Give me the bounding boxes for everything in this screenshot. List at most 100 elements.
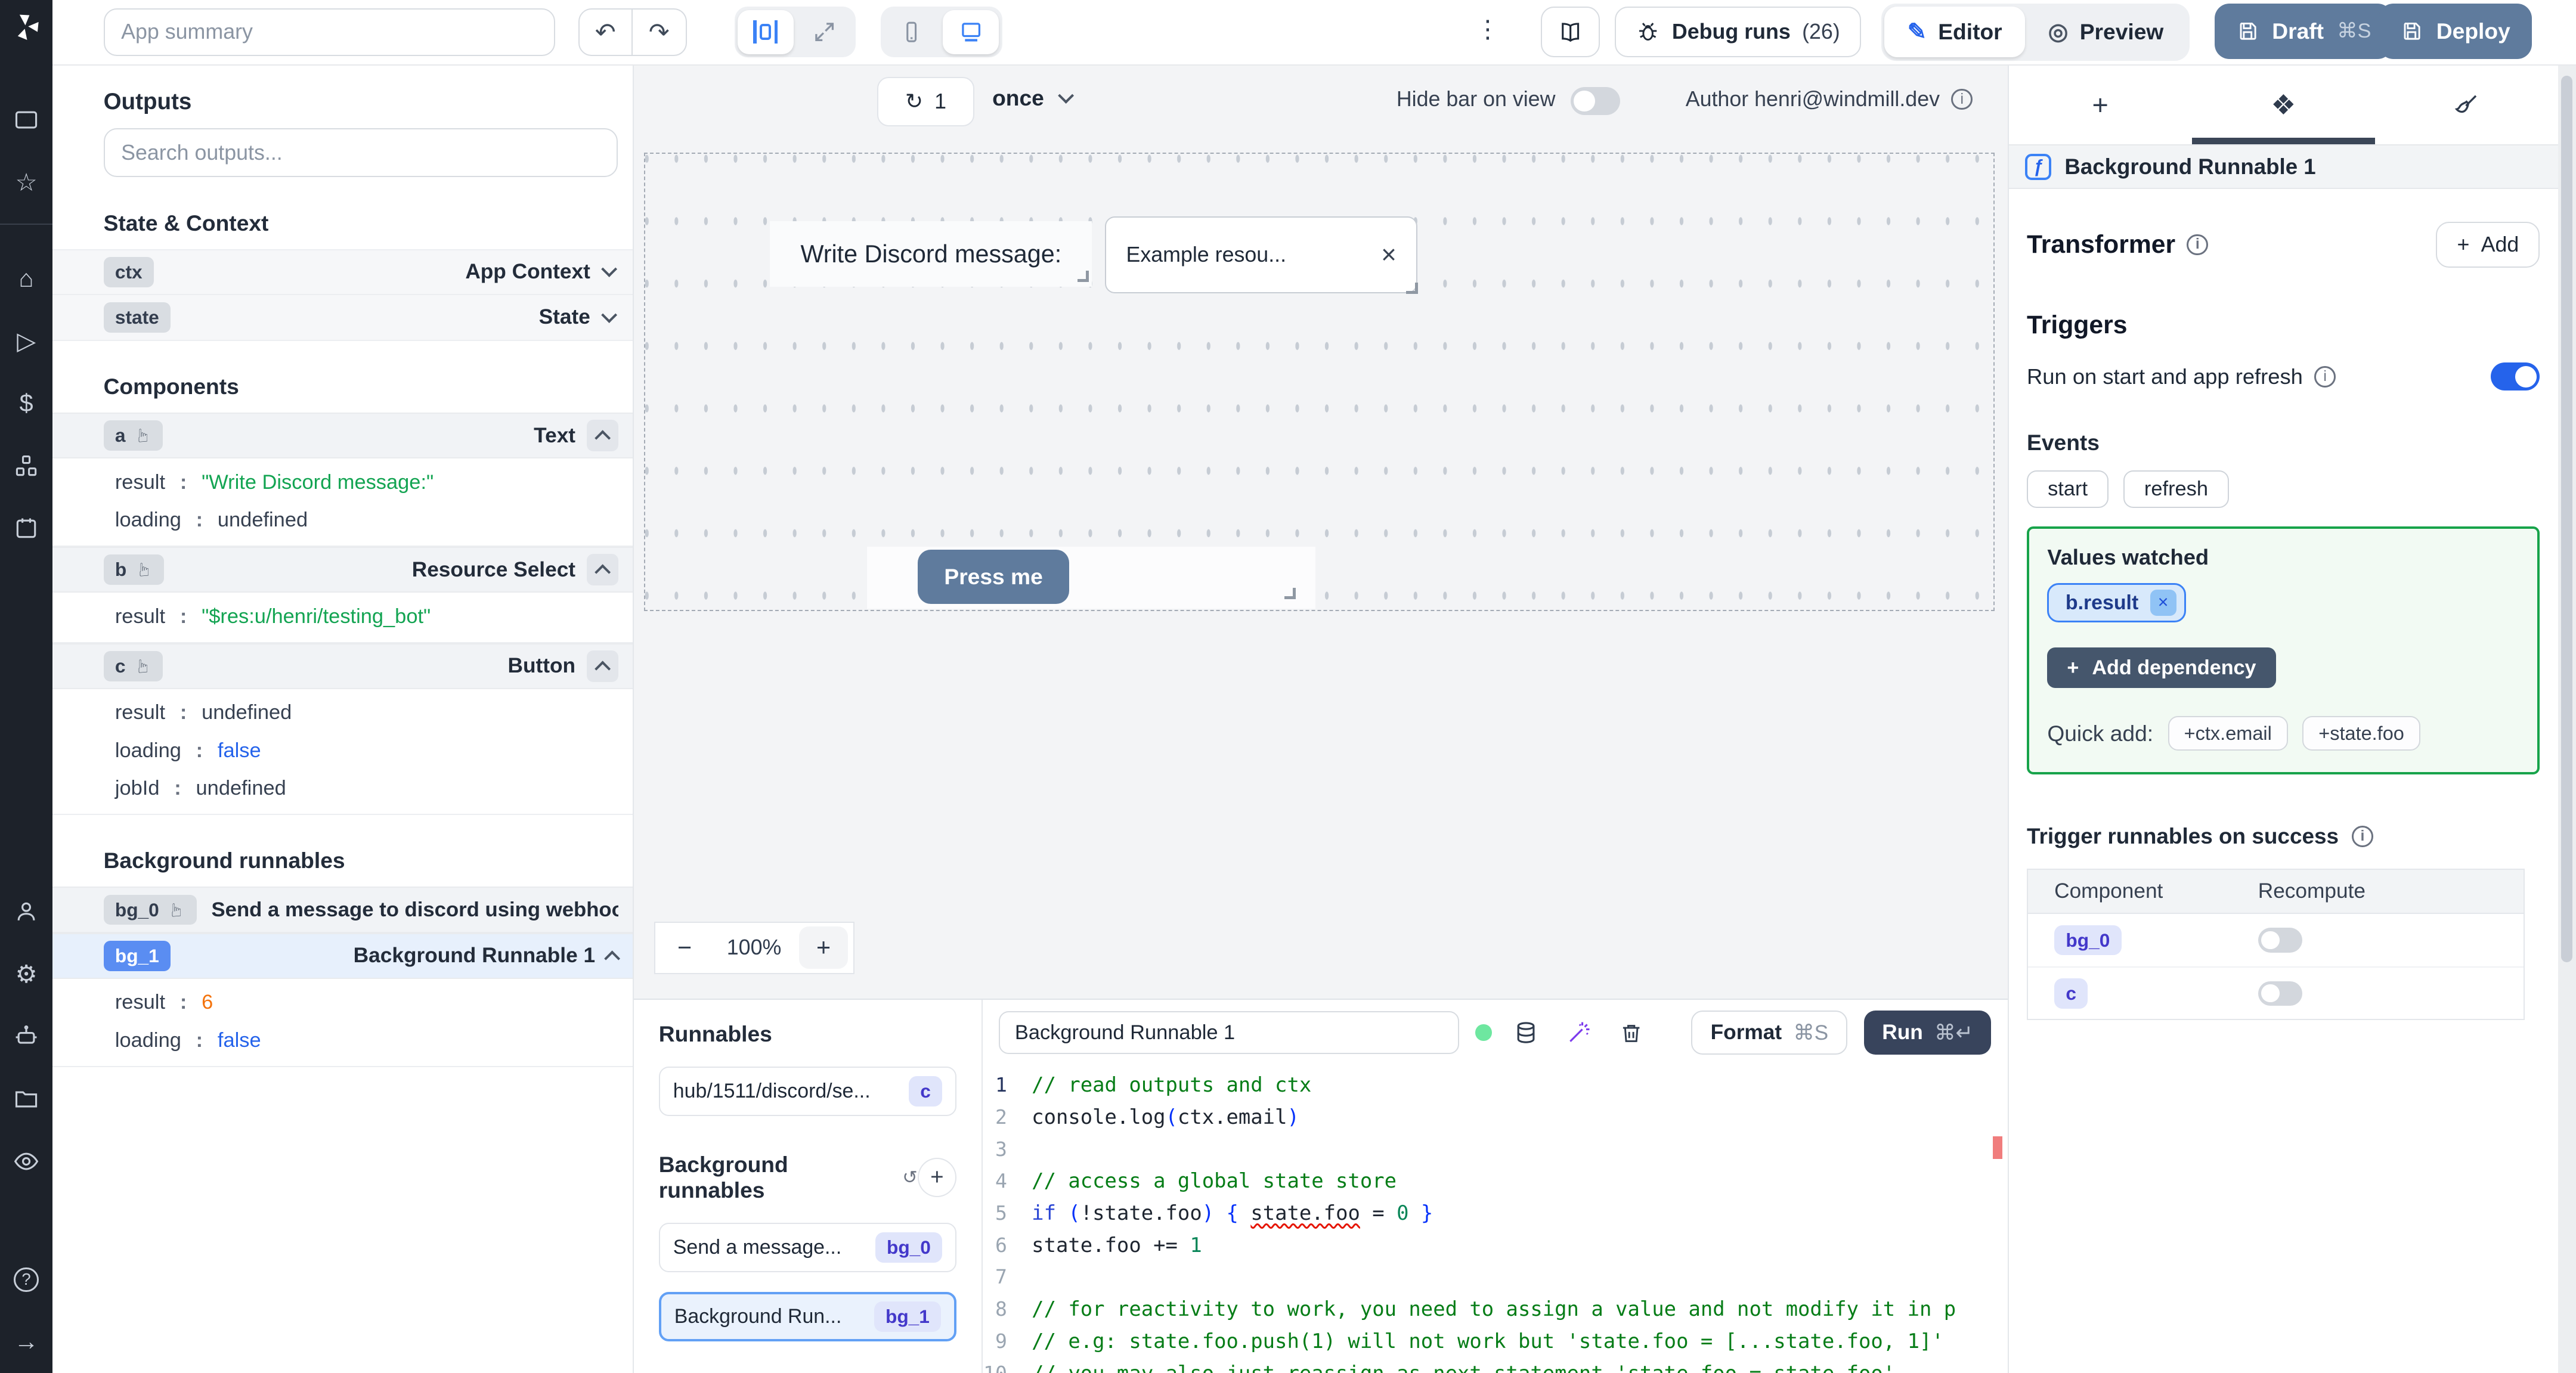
- app-summary-input[interactable]: [103, 8, 556, 56]
- schedules-calendar-icon[interactable]: [0, 497, 52, 560]
- trigger-on-success-table: Component Recompute bg_0 c: [2027, 868, 2525, 1021]
- tab-styling[interactable]: [2375, 66, 2558, 144]
- press-me-button[interactable]: Press me: [918, 550, 1069, 605]
- refresh-icon: ↻: [905, 89, 923, 114]
- save-icon: [2404, 23, 2420, 40]
- event-chip-start: start: [2027, 470, 2109, 509]
- draft-button[interactable]: Draft ⌘S: [2214, 3, 2393, 60]
- code-editor-panel: Format⌘S Run⌘↵ 1// read outputs and ctx …: [983, 1000, 2008, 1373]
- component-row-b[interactable]: b ☞ Resource Select: [52, 547, 633, 593]
- chevron-down-icon: [1058, 87, 1075, 104]
- info-icon[interactable]: i: [1951, 88, 1973, 110]
- output-row-ctx[interactable]: ctx App Context: [52, 249, 633, 295]
- resource-select-component[interactable]: Example resou... ×: [1105, 216, 1418, 295]
- debug-runs-button[interactable]: Debug runs (26): [1615, 7, 1861, 58]
- add-dependency-button[interactable]: + Add dependency: [2047, 647, 2276, 689]
- zoom-in-button[interactable]: +: [798, 926, 849, 969]
- info-icon[interactable]: i: [2187, 234, 2209, 256]
- code-editor[interactable]: 1// read outputs and ctx 2 console.log(ct…: [983, 1065, 2008, 1373]
- components-diamonds-icon: ❖: [2271, 89, 2296, 120]
- settings-gear-icon[interactable]: ⚙: [0, 943, 52, 1005]
- collapse-rail-arrow-icon[interactable]: →: [0, 1311, 52, 1373]
- apps-grid-icon[interactable]: [0, 89, 52, 151]
- tab-insert-component[interactable]: +: [2009, 66, 2192, 144]
- bg1-badge: bg_1: [103, 940, 171, 971]
- mobile-icon: [906, 21, 917, 42]
- resources-boxes-icon[interactable]: [0, 435, 52, 497]
- runnable-item-hub[interactable]: hub/1511/discord/se... c: [658, 1066, 957, 1116]
- collapse-button[interactable]: [587, 420, 618, 451]
- text-component[interactable]: Write Discord message:: [770, 221, 1092, 287]
- tab-preview[interactable]: ◎ Preview: [2025, 7, 2187, 57]
- zoom-out-button[interactable]: −: [660, 926, 710, 969]
- runs-play-icon[interactable]: ▷: [0, 310, 52, 373]
- resize-handle-icon[interactable]: [1077, 270, 1089, 283]
- desktop-icon: [961, 23, 980, 42]
- centered-layout-button[interactable]: [738, 10, 794, 54]
- add-background-runnable-button[interactable]: +: [917, 1158, 957, 1198]
- background-row-bg1[interactable]: bg_1 Background Runnable 1: [52, 932, 633, 979]
- audit-eye-icon[interactable]: [0, 1130, 52, 1193]
- trigger-on-success-title: Trigger runnables on success i: [2027, 824, 2540, 849]
- runnable-item-bg0[interactable]: Send a message... bg_0: [658, 1223, 957, 1272]
- variables-dollar-icon[interactable]: $: [0, 373, 52, 435]
- folders-icon[interactable]: [0, 1068, 52, 1130]
- resize-handle-icon[interactable]: [1284, 587, 1296, 599]
- column-header: Component: [2054, 879, 2163, 903]
- help-icon[interactable]: ?: [0, 1248, 52, 1311]
- refresh-mode-dropdown[interactable]: once: [992, 85, 1075, 111]
- component-row-a[interactable]: a ☞ Text: [52, 412, 633, 459]
- tab-editor[interactable]: ✎ Editor: [1884, 7, 2026, 58]
- clear-select-icon[interactable]: ×: [1381, 240, 1397, 270]
- quick-add-ctx-email[interactable]: +ctx.email: [2168, 716, 2288, 751]
- database-button[interactable]: [1508, 1019, 1544, 1046]
- status-dot: [1475, 1024, 1492, 1041]
- add-transformer-button[interactable]: + Add: [2436, 221, 2540, 268]
- fullscreen-expand-button[interactable]: [797, 10, 853, 54]
- tab-component-settings[interactable]: ❖: [2191, 66, 2376, 145]
- windmill-logo-icon[interactable]: [11, 11, 42, 42]
- run-on-start-toggle[interactable]: [2490, 362, 2540, 391]
- ai-wand-button[interactable]: [1561, 1019, 1597, 1046]
- search-outputs-input[interactable]: [103, 128, 618, 178]
- undo-button[interactable]: ↶: [578, 8, 633, 56]
- button-component-wrapper[interactable]: Press me: [866, 546, 1316, 609]
- favorites-star-icon[interactable]: ☆: [0, 151, 52, 213]
- collapse-button[interactable]: [587, 650, 618, 682]
- user-icon[interactable]: [0, 881, 52, 943]
- background-row-bg0[interactable]: bg_0 ☞ Send a message to discord using we…: [52, 887, 633, 933]
- page-scrollbar[interactable]: [2558, 66, 2576, 1373]
- docs-book-button[interactable]: [1541, 7, 1600, 58]
- output-row-state[interactable]: state State: [52, 295, 633, 341]
- recompute-toggle[interactable]: [2258, 928, 2303, 953]
- info-icon[interactable]: i: [2352, 825, 2373, 847]
- workers-robot-icon[interactable]: [0, 1005, 52, 1068]
- component-row-c[interactable]: c ☞ Button: [52, 643, 633, 689]
- runnable-name-input[interactable]: [999, 1011, 1459, 1054]
- watched-value-chip[interactable]: b.result ×: [2047, 583, 2187, 623]
- scrollbar-thumb[interactable]: [2561, 75, 2573, 963]
- redo-button[interactable]: ↷: [632, 8, 687, 56]
- refresh-count-button[interactable]: ↻ 1: [877, 77, 974, 127]
- resize-handle-icon[interactable]: [1406, 282, 1418, 295]
- deploy-button[interactable]: Deploy: [2379, 3, 2532, 60]
- delete-button[interactable]: [1613, 1021, 1649, 1045]
- run-button[interactable]: Run ⌘↵: [1863, 1011, 1992, 1055]
- mobile-view-button[interactable]: [884, 10, 940, 54]
- canvas-grid[interactable]: Write Discord message: Example resou... …: [643, 153, 1995, 611]
- recompute-toggle[interactable]: [2258, 981, 2303, 1006]
- event-chip-refresh: refresh: [2123, 470, 2230, 509]
- database-icon: [1518, 1022, 1535, 1043]
- runnable-item-bg1-selected[interactable]: Background Run... bg_1: [658, 1291, 957, 1341]
- hide-bar-toggle[interactable]: [1570, 87, 1620, 115]
- info-icon[interactable]: i: [2314, 365, 2336, 388]
- quick-add-label: Quick add:: [2047, 720, 2154, 746]
- format-button[interactable]: Format ⌘S: [1691, 1011, 1848, 1055]
- triggers-title: Triggers: [2027, 310, 2128, 339]
- home-icon[interactable]: ⌂: [0, 247, 52, 310]
- quick-add-state-foo[interactable]: +state.foo: [2302, 716, 2420, 751]
- desktop-view-button[interactable]: [943, 10, 999, 54]
- collapse-button[interactable]: [587, 554, 618, 585]
- remove-watched-icon[interactable]: ×: [2150, 590, 2176, 616]
- more-menu-kebab-icon[interactable]: ⋮: [1475, 15, 1500, 44]
